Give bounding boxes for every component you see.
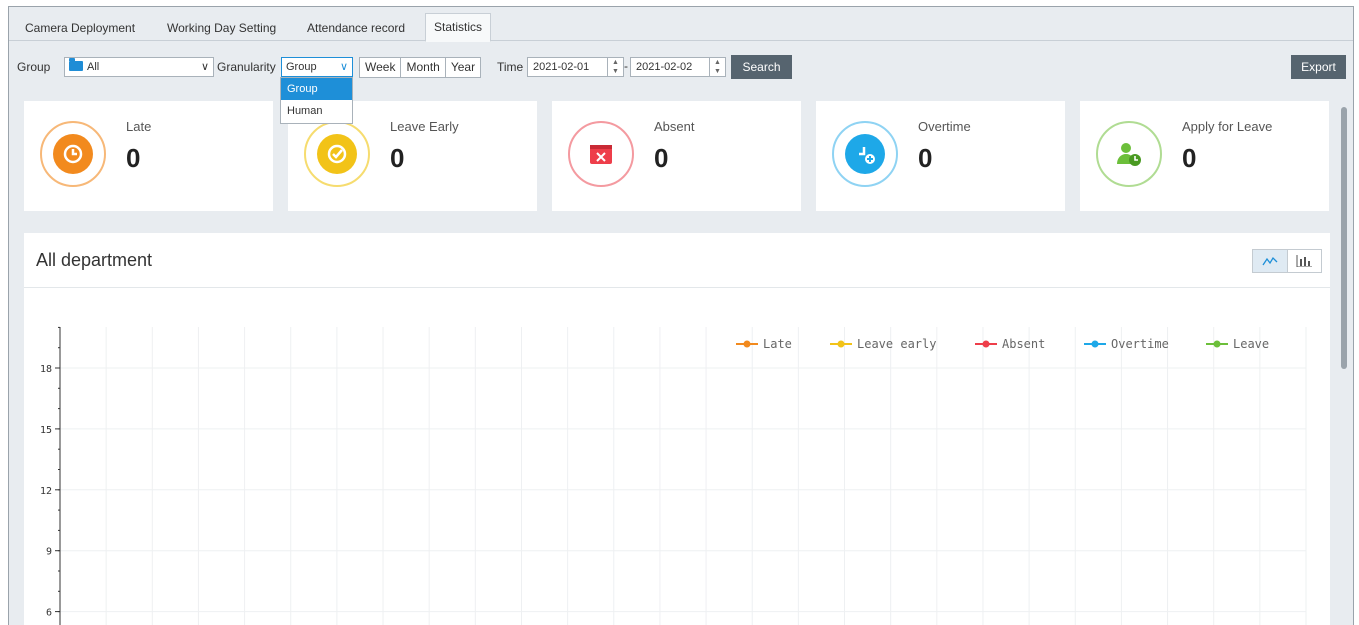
leave-early-ring (304, 121, 370, 187)
tab-working-day-setting[interactable]: Working Day Setting (159, 15, 284, 41)
stat-value: 0 (390, 143, 405, 173)
chart-view-toggle (1252, 249, 1322, 273)
late-ring (40, 121, 106, 187)
tab-bar: Camera Deployment Working Day Setting At… (9, 7, 1353, 42)
granularity-dropdown: Group Human (280, 77, 353, 124)
folder-icon (69, 58, 83, 71)
y-tick-label: 18 (40, 364, 52, 375)
legend-label: Leave early (857, 337, 936, 351)
chevron-down-icon: ∨ (339, 61, 348, 73)
granularity-select[interactable]: Group ∨ (281, 57, 353, 77)
period-selector: Week Month Year (359, 57, 482, 78)
y-tick-label: 6 (46, 608, 52, 619)
legend-label: Late (763, 337, 792, 351)
legend-label: Absent (1002, 337, 1045, 351)
year-button[interactable]: Year (446, 58, 480, 77)
legend-label: Overtime (1111, 337, 1169, 351)
legend-marker (837, 340, 845, 348)
clock-plus-icon (845, 134, 885, 174)
clock-pin-icon (53, 134, 93, 174)
bar-chart-icon (1296, 255, 1313, 267)
month-button[interactable]: Month (401, 58, 446, 77)
search-button[interactable]: Search (731, 55, 792, 79)
y-tick-label: 9 (46, 547, 52, 558)
filter-toolbar: Group All ∨ Granularity Group ∨ Week Mon… (9, 55, 1353, 79)
tab-camera-deployment[interactable]: Camera Deployment (17, 15, 143, 41)
granularity-option-group[interactable]: Group (281, 78, 352, 100)
stat-label: Late (126, 119, 152, 134)
panel-title: All department (36, 250, 153, 270)
date-to-spinner[interactable]: ▲ ▼ (709, 58, 725, 76)
y-tick-label: 12 (40, 486, 52, 497)
legend-marker (743, 340, 751, 348)
date-to-field[interactable]: 2021-02-02 ▲ ▼ (630, 57, 726, 77)
y-tick-label: 15 (40, 425, 52, 436)
overtime-ring (832, 121, 898, 187)
line-chart-view-button[interactable] (1253, 250, 1288, 272)
date-from-value: 2021-02-01 (533, 61, 590, 73)
app-window: Camera Deployment Working Day Setting At… (8, 6, 1354, 625)
date-separator: - (624, 59, 628, 73)
user-clock-icon (1109, 134, 1149, 174)
bar-chart-view-button[interactable] (1288, 250, 1322, 272)
date-to-value: 2021-02-02 (636, 61, 693, 73)
stat-label: Apply for Leave (1182, 119, 1273, 134)
legend-label: Leave (1233, 337, 1269, 351)
stat-label: Absent (654, 119, 695, 134)
legend-marker (1213, 340, 1221, 348)
scroll-thumb[interactable] (1341, 107, 1347, 369)
tab-statistics[interactable]: Statistics (425, 13, 492, 42)
stat-card-overtime: Overtime 0 (816, 101, 1065, 211)
line-chart-icon (1262, 256, 1278, 266)
stat-value: 0 (654, 143, 669, 173)
granularity-option-human[interactable]: Human (281, 100, 352, 122)
apply-for-leave-ring (1096, 121, 1162, 187)
chevron-down-icon: ∨ (200, 61, 209, 73)
panel-divider (24, 287, 1330, 288)
tab-attendance-record[interactable]: Attendance record (299, 15, 413, 41)
legend-marker (982, 340, 990, 348)
week-button[interactable]: Week (360, 58, 402, 77)
date-from-spinner[interactable]: ▲ ▼ (607, 58, 623, 76)
stat-value: 0 (126, 143, 141, 173)
stat-label: Overtime (918, 119, 971, 134)
granularity-value: Group (286, 61, 317, 73)
export-button[interactable]: Export (1291, 55, 1346, 79)
time-label: Time (497, 60, 524, 74)
group-label: Group (17, 60, 51, 74)
granularity-label: Granularity (217, 60, 276, 74)
stat-card-apply-for-leave: Apply for Leave 0 (1080, 101, 1329, 211)
vertical-scrollbar[interactable] (1339, 101, 1349, 625)
group-value: All (87, 61, 100, 73)
chart-panel: All department 6 9 12 15 18 Late Leave early Ab… (24, 233, 1330, 625)
absent-ring (568, 121, 634, 187)
stat-label: Leave Early (390, 119, 459, 134)
date-from-field[interactable]: 2021-02-01 ▲ ▼ (527, 57, 624, 77)
check-pin-icon (317, 134, 357, 174)
stat-card-late: Late 0 (24, 101, 273, 211)
stat-value: 0 (1182, 143, 1197, 173)
stat-card-absent: Absent 0 (552, 101, 801, 211)
stat-value: 0 (918, 143, 933, 173)
group-select[interactable]: All ∨ (64, 57, 214, 77)
legend-marker (1091, 340, 1099, 348)
calendar-x-icon (581, 134, 621, 174)
attendance-line-chart: 6 9 12 15 18 Late Leave early Absent Overtime Lea… (40, 326, 1307, 625)
